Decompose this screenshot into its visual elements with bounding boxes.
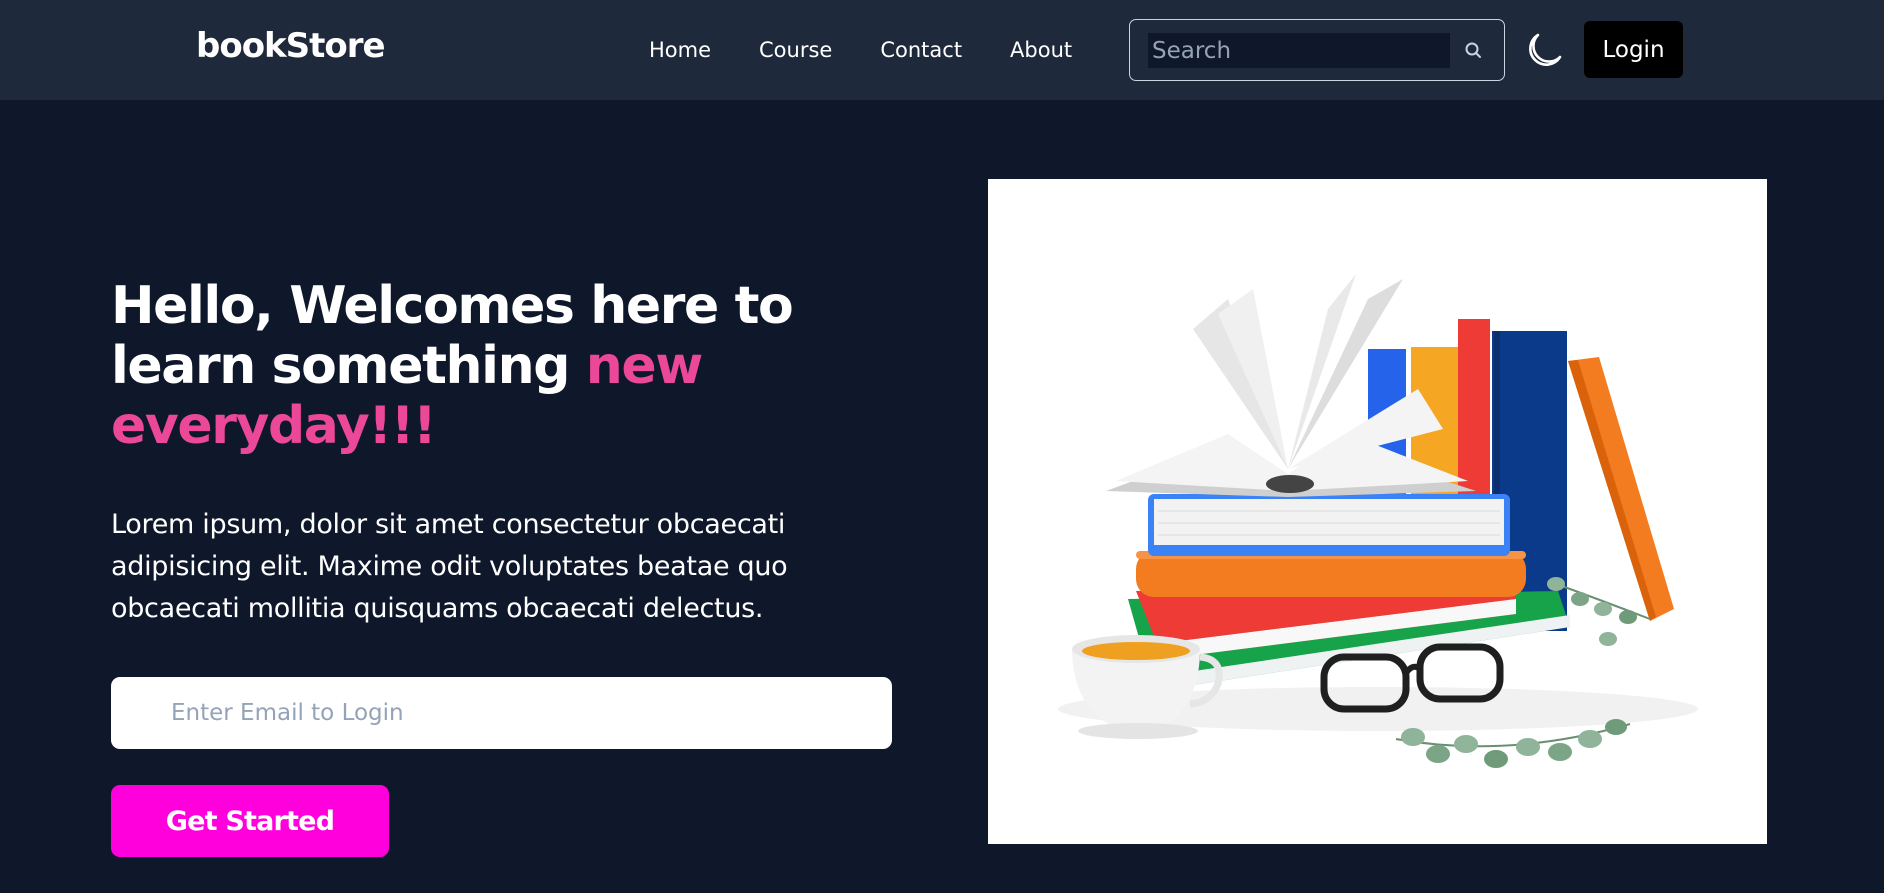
nav-links: Home Course Contact About	[649, 38, 1072, 62]
search-input[interactable]	[1148, 33, 1450, 68]
search-box	[1129, 19, 1505, 81]
email-box	[111, 677, 892, 749]
brand-logo[interactable]: bookStore	[196, 26, 386, 66]
get-started-button[interactable]: Get Started	[111, 785, 389, 857]
login-button[interactable]: Login	[1584, 21, 1683, 78]
nav-item-contact[interactable]: Contact	[880, 38, 962, 62]
search-icon[interactable]	[1463, 40, 1485, 62]
nav-item-course[interactable]: Course	[759, 38, 832, 62]
hero-description: Lorem ipsum, dolor sit amet consectetur …	[111, 509, 788, 624]
email-input[interactable]	[171, 695, 871, 731]
nav-item-home[interactable]: Home	[649, 38, 711, 62]
hero-title: Hello, Welcomes here to learn something …	[111, 276, 811, 456]
navbar: bookStore Home Course Contact About Logi…	[0, 0, 1884, 100]
moon-icon[interactable]	[1523, 30, 1565, 70]
hero-image	[988, 179, 1767, 844]
nav-item-about[interactable]: About	[1010, 38, 1072, 62]
